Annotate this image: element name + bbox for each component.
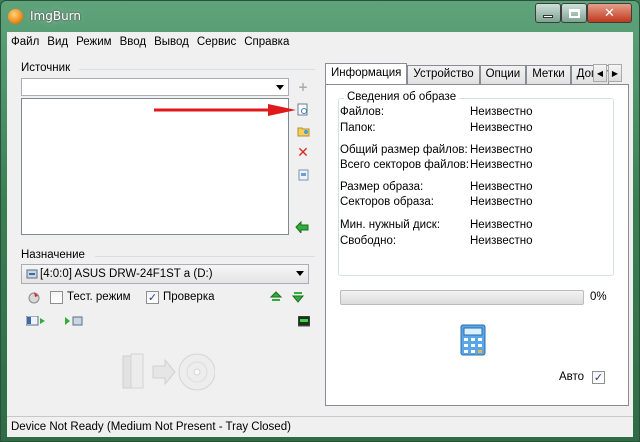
chevron-down-icon	[276, 85, 284, 90]
tab-device[interactable]: Устройство	[407, 65, 480, 85]
browse-folder-icon[interactable]	[296, 102, 310, 116]
build-button-icon	[122, 353, 216, 391]
tab-options[interactable]: Опции	[479, 65, 527, 85]
window-frame: ImgBurn ✕ Файл Вид Режим Ввод Вывод Серв…	[0, 0, 640, 442]
menu-tools[interactable]: Сервис	[193, 36, 240, 48]
imgburn-logo-icon	[8, 9, 23, 24]
total-file-size-value: Неизвестно	[470, 144, 533, 156]
total-file-sectors-value: Неизвестно	[470, 159, 533, 171]
free-space-value: Неизвестно	[470, 235, 533, 247]
erase-disc-icon[interactable]	[27, 290, 41, 304]
build-button[interactable]	[119, 348, 216, 396]
play-icon[interactable]	[63, 314, 85, 328]
source-file-list[interactable]	[21, 98, 289, 235]
information-panel: Сведения об образе Файлов: Неизвестно Па…	[325, 84, 629, 406]
drive-select-value: [4:0:0] ASUS DRW-24F1ST a (D:)	[40, 268, 213, 280]
verify-checkbox[interactable]: ✓	[146, 291, 159, 304]
menu-file[interactable]: Файл	[7, 36, 43, 48]
close-button[interactable]: ✕	[587, 3, 632, 23]
add-file-icon[interactable]: +	[296, 80, 310, 94]
status-bar: Device Not Ready (Medium Not Present - T…	[7, 416, 633, 437]
menu-input[interactable]: Ввод	[116, 36, 151, 48]
tab-labels[interactable]: Метки	[526, 65, 571, 85]
progress-percent: 0%	[590, 291, 607, 303]
menu-output[interactable]: Вывод	[150, 36, 193, 48]
image-size-label: Размер образа:	[340, 181, 424, 193]
folders-value: Неизвестно	[470, 122, 533, 134]
image-size-value: Неизвестно	[470, 181, 533, 193]
min-required-disc-value: Неизвестно	[470, 219, 533, 231]
image-info-title: Сведения об образе	[344, 91, 460, 103]
status-text: Device Not Ready (Medium Not Present - T…	[11, 421, 291, 433]
source-combo[interactable]	[21, 78, 289, 96]
tab-scroll-right-icon[interactable]: ▶	[608, 64, 622, 82]
destination-label: Назначение	[21, 249, 85, 261]
calculator-icon[interactable]	[460, 324, 486, 359]
menu-bar: Файл Вид Режим Ввод Вывод Сервис Справка	[7, 32, 633, 52]
window-title: ImgBurn	[30, 9, 82, 23]
tab-strip: Информация Устройство Опции Метки Дополн	[325, 63, 609, 85]
auto-label: Авто	[559, 371, 585, 383]
min-required-disc-label: Мин. нужный диск:	[340, 219, 441, 231]
tab-information[interactable]: Информация	[325, 63, 408, 85]
title-bar: ImgBurn ✕	[1, 1, 639, 31]
total-file-sectors-label: Всего секторов файлов:	[340, 159, 470, 171]
eject-icon[interactable]	[269, 290, 283, 304]
calculate-icon[interactable]	[295, 220, 309, 234]
files-label: Файлов:	[340, 106, 385, 118]
tab-scroll-left-icon[interactable]: ◀	[593, 64, 607, 82]
clear-list-icon[interactable]	[296, 168, 310, 182]
free-space-label: Свободно:	[340, 235, 397, 247]
drive-select[interactable]: [4:0:0] ASUS DRW-24F1ST a (D:)	[21, 264, 309, 284]
minimize-button[interactable]	[535, 3, 561, 23]
menu-help[interactable]: Справка	[240, 36, 293, 48]
load-icon[interactable]	[291, 290, 305, 304]
files-value: Неизвестно	[470, 106, 533, 118]
menu-mode[interactable]: Режим	[72, 36, 115, 48]
remove-icon[interactable]: ✕	[296, 145, 310, 161]
auto-checkbox[interactable]: ✓	[592, 371, 605, 384]
menu-view[interactable]: Вид	[43, 36, 72, 48]
source-divider	[79, 69, 315, 70]
write-icon[interactable]	[297, 314, 311, 328]
log-icon[interactable]	[25, 314, 47, 328]
main-panel: Источник + ✕ Назначение [4:0:0] ASUS DRW…	[7, 52, 633, 416]
folders-label: Папок:	[340, 122, 376, 134]
source-label: Источник	[21, 62, 71, 74]
total-file-size-label: Общий размер файлов:	[340, 144, 468, 156]
chevron-down-icon	[296, 271, 304, 276]
red-arrow-annotation	[154, 104, 296, 116]
progress-bar	[340, 290, 584, 305]
verify-label: Проверка	[163, 291, 215, 303]
image-sectors-label: Секторов образа:	[340, 196, 434, 208]
test-mode-label: Тест. режим	[67, 291, 131, 303]
image-sectors-value: Неизвестно	[470, 196, 533, 208]
drive-icon	[26, 267, 38, 283]
maximize-button[interactable]	[561, 3, 587, 23]
add-folder-icon[interactable]	[296, 124, 310, 138]
test-mode-checkbox[interactable]	[50, 291, 63, 304]
destination-divider	[95, 256, 315, 257]
